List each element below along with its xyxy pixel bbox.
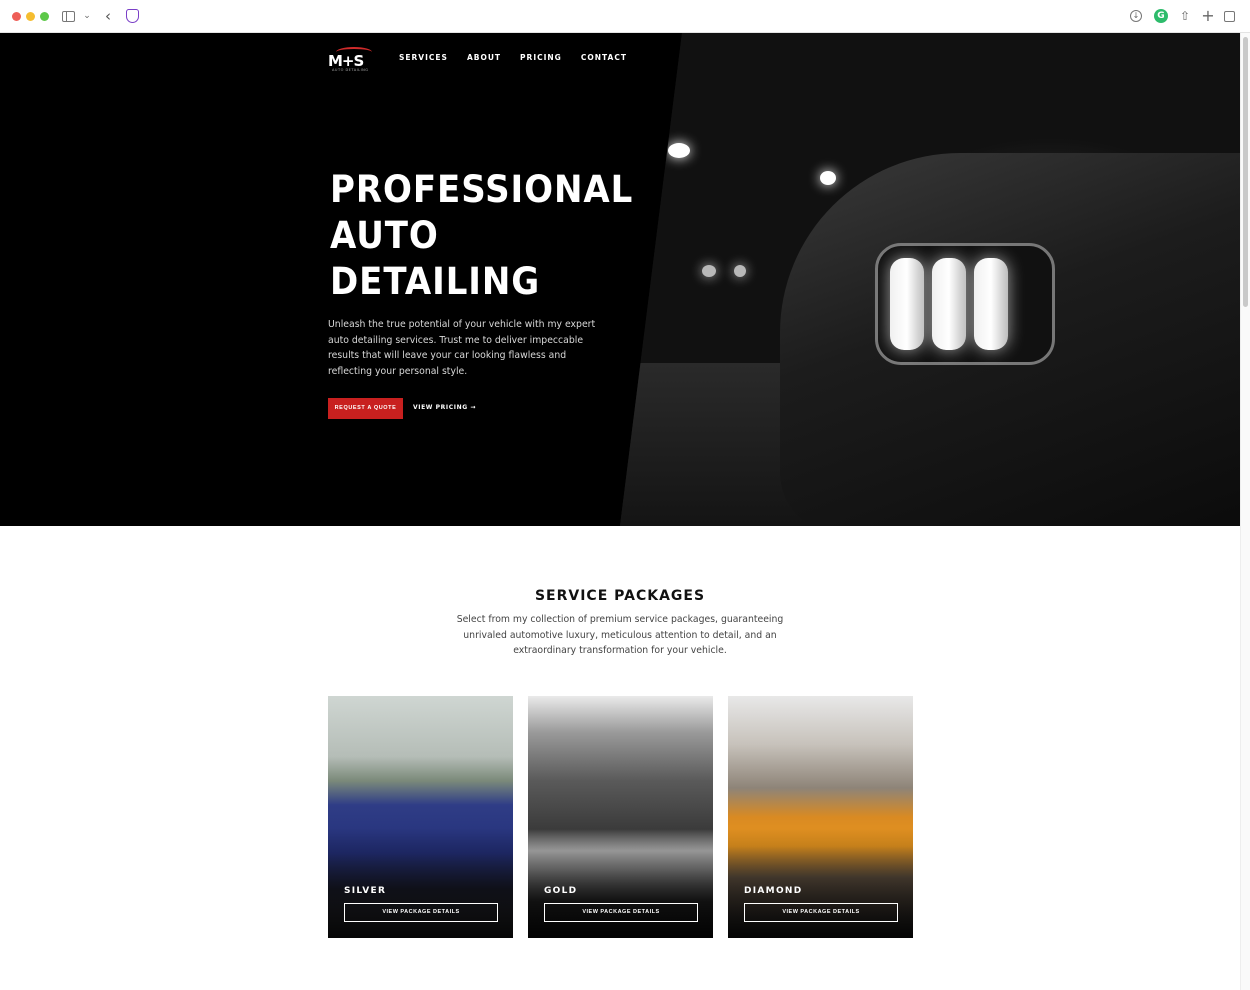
grammarly-icon[interactable]: G <box>1154 9 1168 23</box>
sidebar-icon[interactable] <box>62 11 75 22</box>
minimize-window-icon[interactable] <box>26 12 35 21</box>
taillight-bar <box>974 258 1008 350</box>
package-card-silver[interactable]: SILVER VIEW PACKAGE DETAILS <box>328 696 513 938</box>
logo-subtext: AUTO DETAILING <box>332 68 369 72</box>
view-package-details-button[interactable]: VIEW PACKAGE DETAILS <box>544 903 698 922</box>
nav-pricing[interactable]: PRICING <box>520 53 562 62</box>
nav-contact[interactable]: CONTACT <box>581 53 627 62</box>
hero-title-line: AUTO <box>330 214 439 257</box>
browser-toolbar: ⌄ ‹ ↓ G ⇧ + <box>0 0 1250 33</box>
hero-section: M+S AUTO DETAILING SERVICES ABOUT PRICIN… <box>0 33 1240 526</box>
main-nav: SERVICES ABOUT PRICING CONTACT <box>399 53 627 62</box>
chevron-down-icon[interactable]: ⌄ <box>80 9 94 23</box>
package-card-diamond[interactable]: DIAMOND VIEW PACKAGE DETAILS <box>728 696 913 938</box>
package-name: DIAMOND <box>744 886 803 896</box>
share-icon[interactable]: ⇧ <box>1178 9 1192 23</box>
scrollbar-thumb[interactable] <box>1243 37 1248 307</box>
view-package-details-button[interactable]: VIEW PACKAGE DETAILS <box>344 903 498 922</box>
download-icon[interactable]: ↓ <box>1130 10 1142 22</box>
close-window-icon[interactable] <box>12 12 21 21</box>
package-name: GOLD <box>544 886 578 896</box>
hero-title-line: PROFESSIONAL <box>330 168 634 211</box>
packages-subtitle: Select from my collection of premium ser… <box>456 614 784 656</box>
tabs-icon[interactable] <box>1224 11 1235 22</box>
back-icon[interactable]: ‹ <box>101 9 115 24</box>
packages-title: SERVICE PACKAGES <box>534 588 706 604</box>
maximize-window-icon[interactable] <box>40 12 49 21</box>
taillight-bar <box>932 258 966 350</box>
street-light <box>820 171 836 185</box>
site-logo[interactable]: M+S AUTO DETAILING <box>328 47 378 73</box>
hero-car-photo <box>620 33 1240 526</box>
nav-services[interactable]: SERVICES <box>399 53 448 62</box>
view-package-details-button[interactable]: VIEW PACKAGE DETAILS <box>744 903 898 922</box>
view-pricing-link[interactable]: VIEW PRICING → <box>413 404 476 411</box>
plus-icon[interactable]: + <box>1201 8 1215 24</box>
hero-title: PROFESSIONAL AUTO DETAILING <box>330 167 634 305</box>
scrollbar[interactable] <box>1240 33 1250 990</box>
taillight-bar <box>890 258 924 350</box>
request-quote-button[interactable]: REQUEST A QUOTE <box>328 398 403 419</box>
nav-about[interactable]: ABOUT <box>467 53 501 62</box>
street-light <box>734 265 746 277</box>
package-card-gold[interactable]: GOLD VIEW PACKAGE DETAILS <box>528 696 713 938</box>
hero-title-line: DETAILING <box>330 260 541 303</box>
hero-description: Unleash the true potential of your vehic… <box>328 319 596 377</box>
shield-icon[interactable] <box>126 9 139 23</box>
package-name: SILVER <box>344 886 387 896</box>
street-light <box>668 143 690 158</box>
street-light <box>702 265 716 277</box>
